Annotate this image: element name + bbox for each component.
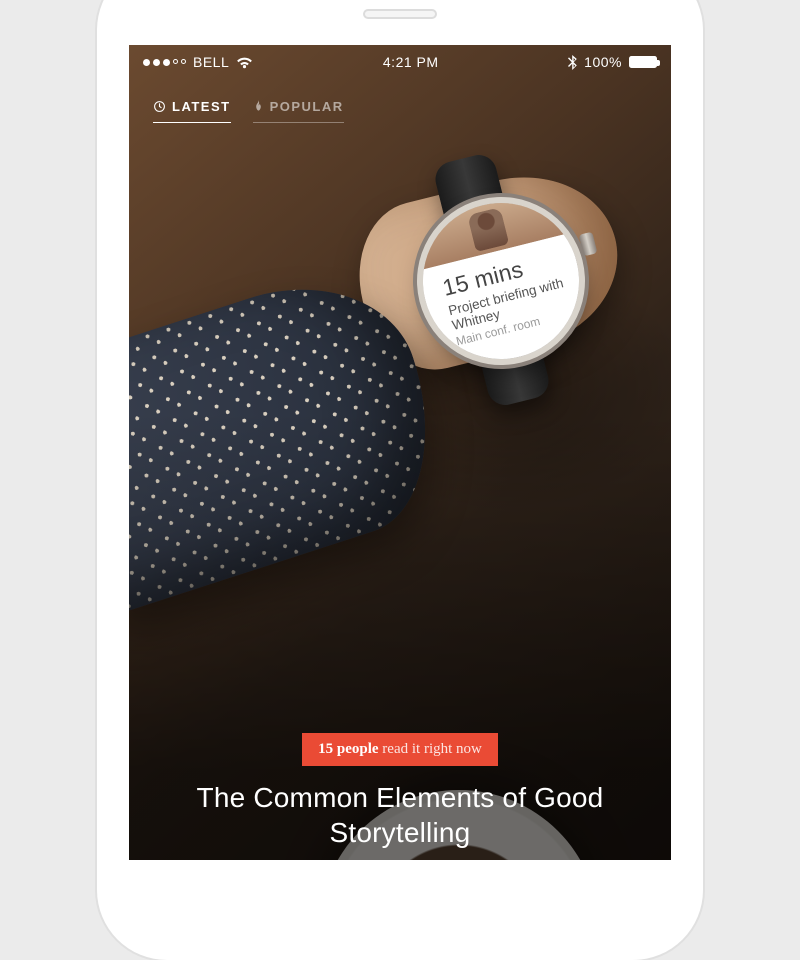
tab-popular-label: POPULAR	[270, 99, 344, 114]
feed-tabs: LATEST POPULAR	[153, 99, 344, 123]
phone-frame: 15 mins Project briefing with Whitney Ma…	[97, 0, 703, 960]
readers-suffix: read it right now	[379, 741, 482, 757]
wifi-icon	[236, 56, 253, 69]
article-title: The Common Elements of Good Storytelling	[155, 780, 645, 850]
status-bar: BELL 4:21 PM 100%	[129, 45, 671, 79]
bluetooth-icon	[568, 55, 577, 70]
readers-count: 15 people	[318, 741, 378, 757]
clock-label: 4:21 PM	[383, 54, 439, 70]
carrier-label: BELL	[193, 54, 229, 70]
readers-badge: 15 people read it right now	[302, 733, 498, 766]
tab-latest-label: LATEST	[172, 99, 231, 114]
flame-icon	[253, 100, 264, 114]
signal-dots-icon	[143, 59, 186, 66]
battery-percent-label: 100%	[584, 54, 622, 70]
article-overlay[interactable]: 15 people read it right now The Common E…	[129, 733, 671, 860]
screen: 15 mins Project briefing with Whitney Ma…	[129, 45, 671, 860]
battery-icon	[629, 56, 657, 68]
clock-icon	[153, 100, 166, 113]
tab-popular[interactable]: POPULAR	[253, 99, 344, 123]
phone-speaker	[363, 9, 437, 19]
tab-latest[interactable]: LATEST	[153, 99, 231, 123]
watch-contact-avatar	[467, 207, 509, 252]
